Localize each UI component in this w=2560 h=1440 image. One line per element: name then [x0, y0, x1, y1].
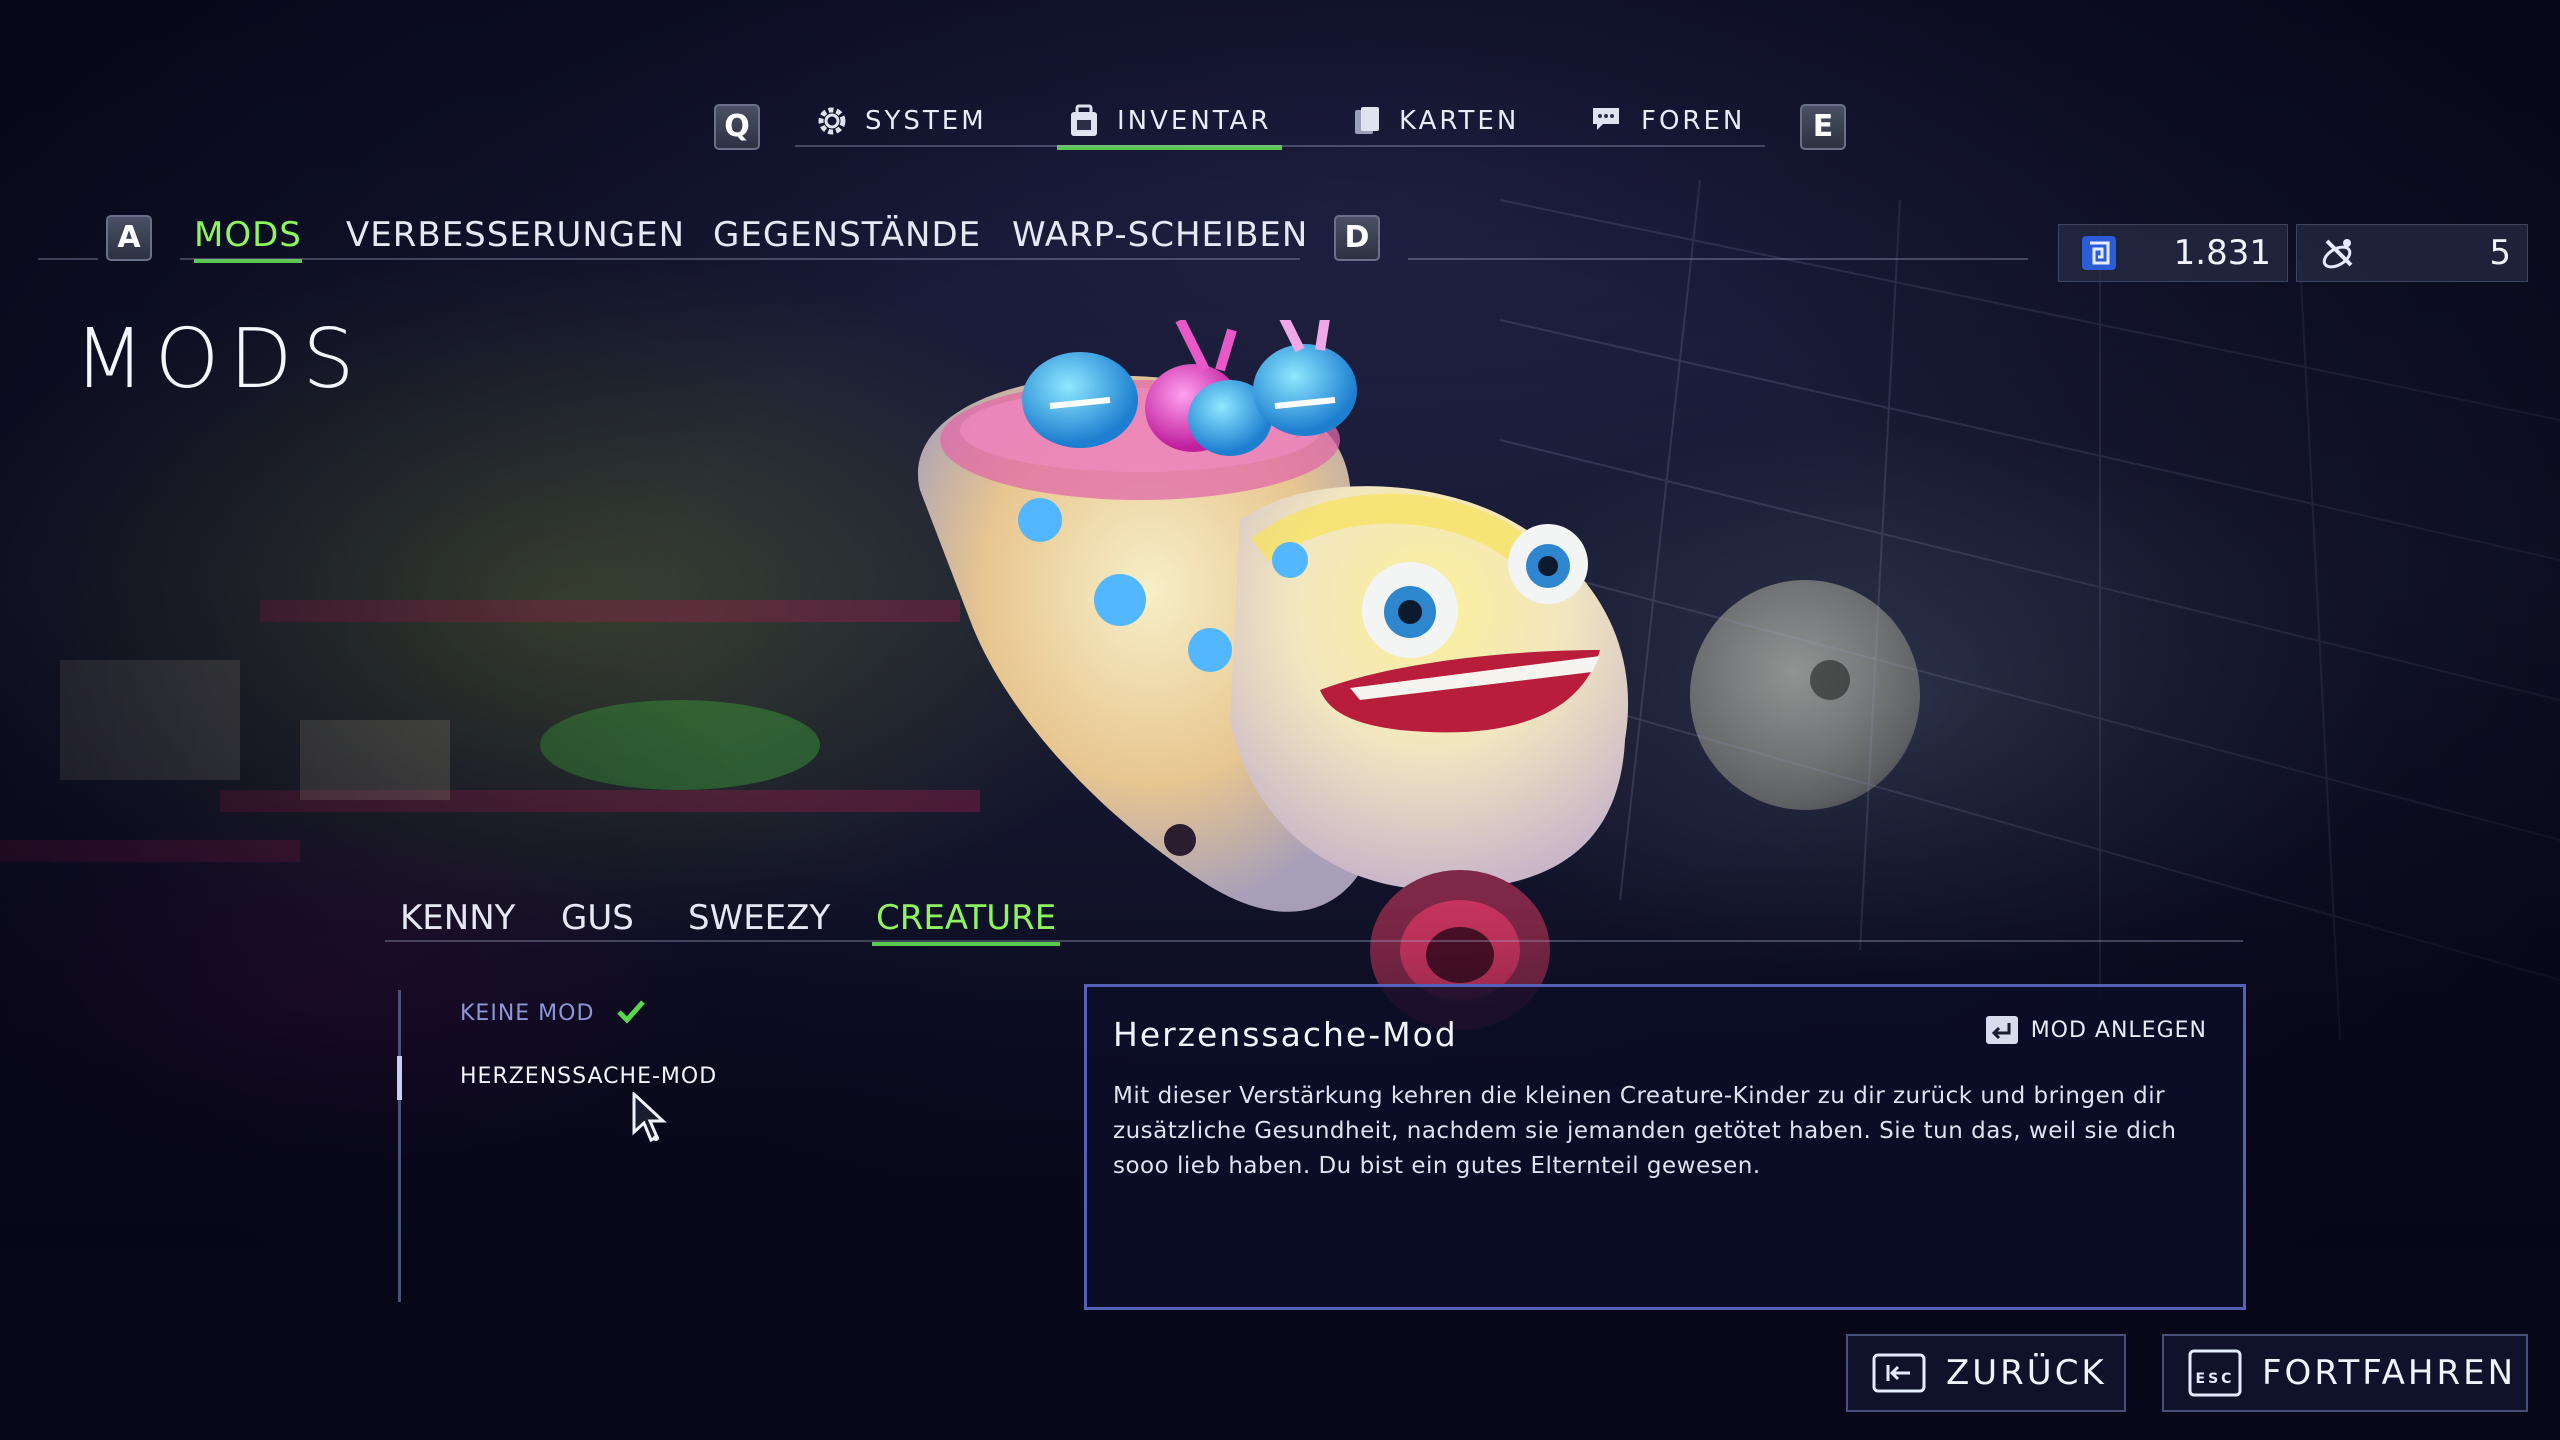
- tab-inventar[interactable]: INVENTAR: [1057, 92, 1281, 150]
- list-track: [398, 990, 401, 1302]
- top-nav: SYSTEM INVENTAR KARTEN FOREN: [795, 92, 1765, 150]
- tab-inventar-label: INVENTAR: [1117, 106, 1272, 136]
- mod-detail-description: Mit dieser Verstärkung kehren die kleine…: [1113, 1083, 2177, 1179]
- sub-nav: MODS VERBESSERUNGEN GEGENSTÄNDE WARP-SCH…: [0, 205, 1400, 265]
- tab-karten-label: KARTEN: [1399, 106, 1520, 136]
- back-button[interactable]: ZURÜCK: [1846, 1334, 2126, 1412]
- key-e[interactable]: E: [1800, 104, 1846, 150]
- subtab-gegenstaende[interactable]: GEGENSTÄNDE: [713, 205, 981, 265]
- key-q[interactable]: Q: [714, 104, 760, 150]
- tab-system[interactable]: SYSTEM: [813, 92, 987, 150]
- tab-system-label: SYSTEM: [865, 106, 987, 136]
- checkmark-icon: [617, 1000, 646, 1024]
- satellite-icon: [2322, 239, 2353, 269]
- continue-label: FORTFAHREN: [2262, 1353, 2517, 1393]
- continue-button[interactable]: ESC FORTFAHREN: [2162, 1334, 2528, 1412]
- mod-detail-title: Herzenssache-Mod: [1113, 1015, 1458, 1054]
- equip-mod-button[interactable]: MOD ANLEGEN: [1985, 1015, 2207, 1045]
- satellite-count-display: 5: [2296, 224, 2528, 282]
- char-tab-sweezy[interactable]: SWEEZY: [688, 890, 830, 946]
- cards-icon: [1355, 107, 1379, 134]
- subtab-warp-scheiben[interactable]: WARP-SCHEIBEN: [1012, 205, 1308, 265]
- mouse-cursor-icon: [632, 1092, 667, 1143]
- tab-foren-label: FOREN: [1641, 106, 1746, 136]
- backpack-icon: [1071, 104, 1097, 136]
- satellite-count-value: 5: [2489, 233, 2511, 273]
- char-tab-gus[interactable]: GUS: [561, 890, 634, 946]
- tab-karten[interactable]: KARTEN: [1347, 92, 1519, 150]
- back-label: ZURÜCK: [1946, 1353, 2107, 1393]
- key-d[interactable]: D: [1334, 215, 1380, 261]
- enter-key-icon: [1985, 1016, 2018, 1044]
- list-item-keine-mod[interactable]: KEINE MOD: [460, 998, 646, 1026]
- list-item-herzenssache-mod[interactable]: HERZENSSACHE-MOD: [460, 1064, 717, 1089]
- list-selection-marker: [397, 1056, 402, 1100]
- back-key-icon: [1872, 1353, 1926, 1393]
- esc-key-label: ESC: [2196, 1371, 2235, 1387]
- page-title: MODS: [74, 312, 365, 407]
- tab-foren[interactable]: FOREN: [1589, 92, 1745, 150]
- esc-key-icon: ESC: [2188, 1349, 2242, 1397]
- subtab-mods[interactable]: MODS: [194, 205, 302, 265]
- mod-detail-panel: Herzenssache-Mod MOD ANLEGEN Mit dieser …: [1084, 984, 2246, 1310]
- currency-value: 1.831: [2173, 233, 2271, 273]
- currency-chip-icon: [2082, 236, 2116, 270]
- list-item-label: HERZENSSACHE-MOD: [460, 1064, 718, 1089]
- char-tab-creature[interactable]: CREATURE: [871, 890, 1061, 946]
- char-tab-kenny[interactable]: KENNY: [400, 890, 515, 946]
- gear-icon: [818, 107, 846, 135]
- chat-icon: [1593, 108, 1619, 130]
- subtab-verbesserungen[interactable]: VERBESSERUNGEN: [346, 205, 685, 265]
- currency-display: 1.831: [2058, 224, 2288, 282]
- list-item-label: KEINE MOD: [460, 1001, 595, 1026]
- equip-mod-label: MOD ANLEGEN: [2030, 1017, 2207, 1043]
